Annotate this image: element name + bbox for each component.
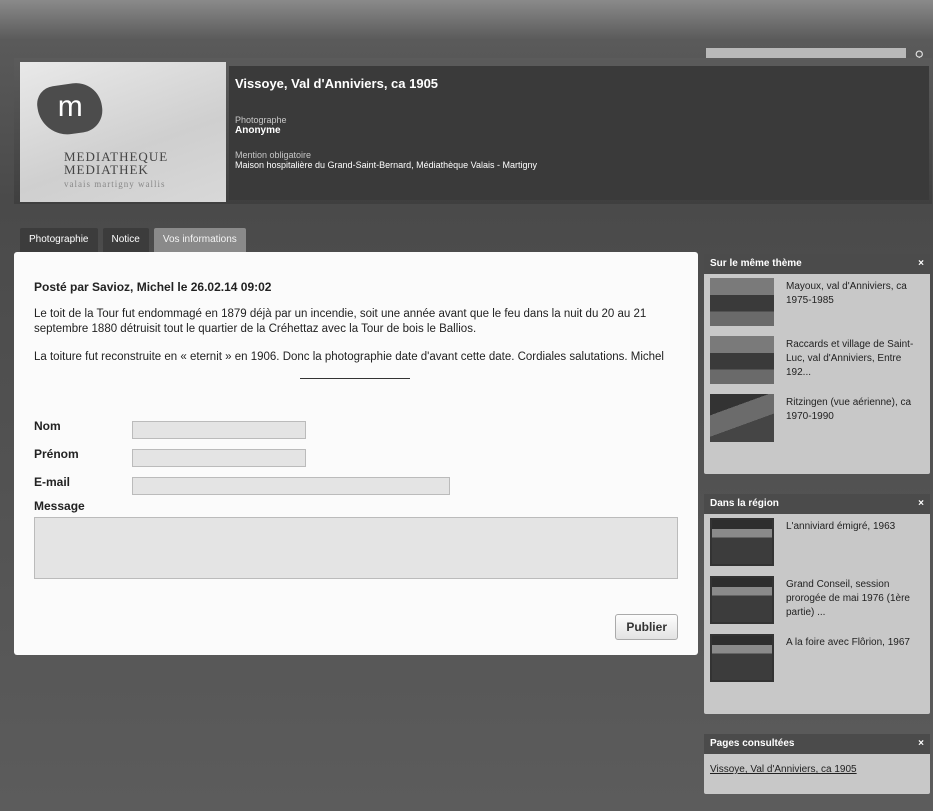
panel-header: Dans la région × <box>704 494 930 514</box>
same-theme-panel: Sur le même thème × Mayoux, val d'Annivi… <box>704 254 930 474</box>
logo-mark: m <box>34 79 106 139</box>
photographer-value: Anonyme <box>235 125 281 136</box>
comment-paragraph-2: La toiture fut reconstruite en « eternit… <box>34 351 664 363</box>
logo-subtitle: valais martigny wallis <box>64 179 166 189</box>
divider <box>300 378 410 379</box>
logo-wordmark: MEDIATHEQUE MEDIATHEK <box>64 149 169 177</box>
comment-header: Posté par Savioz, Michel le 26.02.14 09:… <box>34 280 272 294</box>
prenom-label: Prénom <box>34 447 79 461</box>
form-row-email: E-mail <box>34 475 678 503</box>
nom-field[interactable] <box>132 421 306 439</box>
tab-photographie[interactable]: Photographie <box>20 228 98 252</box>
message-field[interactable] <box>34 517 678 579</box>
panel-header: Sur le même thème × <box>704 254 930 274</box>
email-label: E-mail <box>34 475 71 489</box>
region-panel: Dans la région × L'anniviard émigré, 196… <box>704 494 930 714</box>
email-field[interactable] <box>132 477 450 495</box>
list-item[interactable]: Raccards et village de Saint-Luc, val d'… <box>704 332 930 390</box>
visited-pages-panel: Pages consultées × Vissoye, Val d'Annivi… <box>704 734 930 794</box>
tab-bar: Photographie Notice Vos informations <box>20 228 251 252</box>
prenom-field[interactable] <box>132 449 306 467</box>
credit-label: Mention obligatoire <box>235 150 312 160</box>
tab-vos-informations[interactable]: Vos informations <box>153 228 246 252</box>
list-item[interactable]: L'anniviard émigré, 1963 <box>704 514 930 572</box>
item-caption: A la foire avec Flôrion, 1967 <box>786 637 910 648</box>
thumbnail <box>710 576 774 624</box>
nom-label: Nom <box>34 419 61 433</box>
list-item[interactable]: Mayoux, val d'Anniviers, ca 1975-1985 <box>704 274 930 332</box>
visited-page-link[interactable]: Vissoye, Val d'Anniviers, ca 1905 <box>704 754 930 785</box>
comment-panel: Posté par Savioz, Michel le 26.02.14 09:… <box>14 252 698 655</box>
item-caption: L'anniviard émigré, 1963 <box>786 521 896 532</box>
list-item[interactable]: A la foire avec Flôrion, 1967 <box>704 630 930 688</box>
list-item[interactable]: Ritzingen (vue aérienne), ca 1970-1990 <box>704 390 930 448</box>
panel-title: Sur le même thème <box>710 258 802 269</box>
photo-title: Vissoye, Val d'Anniviers, ca 1905 <box>235 76 439 91</box>
item-caption: Mayoux, val d'Anniviers, ca 1975-1985 <box>786 281 907 306</box>
photo-metadata: Vissoye, Val d'Anniviers, ca 1905 Photog… <box>229 66 929 200</box>
publish-button[interactable]: Publier <box>615 614 678 640</box>
thumbnail <box>710 278 774 326</box>
thumbnail <box>710 336 774 384</box>
close-icon[interactable]: × <box>918 498 924 509</box>
item-caption: Raccards et village de Saint-Luc, val d'… <box>786 339 914 378</box>
close-icon[interactable]: × <box>918 738 924 749</box>
photographer-label: Photographe <box>235 115 287 125</box>
thumbnail <box>710 518 774 566</box>
form-row-nom: Nom <box>34 419 678 447</box>
thumbnail <box>710 634 774 682</box>
item-caption: Ritzingen (vue aérienne), ca 1970-1990 <box>786 397 912 422</box>
panel-header: Pages consultées × <box>704 734 930 754</box>
item-caption: Grand Conseil, session prorogée de mai 1… <box>786 579 910 618</box>
panel-title: Pages consultées <box>710 738 795 749</box>
list-item[interactable]: Grand Conseil, session prorogée de mai 1… <box>704 572 930 630</box>
credit-value: Maison hospitalière du Grand-Saint-Berna… <box>235 160 537 170</box>
thumbnail <box>710 394 774 442</box>
tab-notice[interactable]: Notice <box>102 228 149 252</box>
panel-title: Dans la région <box>710 498 779 509</box>
comment-paragraph-1: Le toit de la Tour fut endommagé en 1879… <box>34 308 647 335</box>
form-row-prenom: Prénom <box>34 447 678 475</box>
close-icon[interactable]: × <box>918 258 924 269</box>
logo[interactable]: m MEDIATHEQUE MEDIATHEK valais martigny … <box>20 62 226 202</box>
